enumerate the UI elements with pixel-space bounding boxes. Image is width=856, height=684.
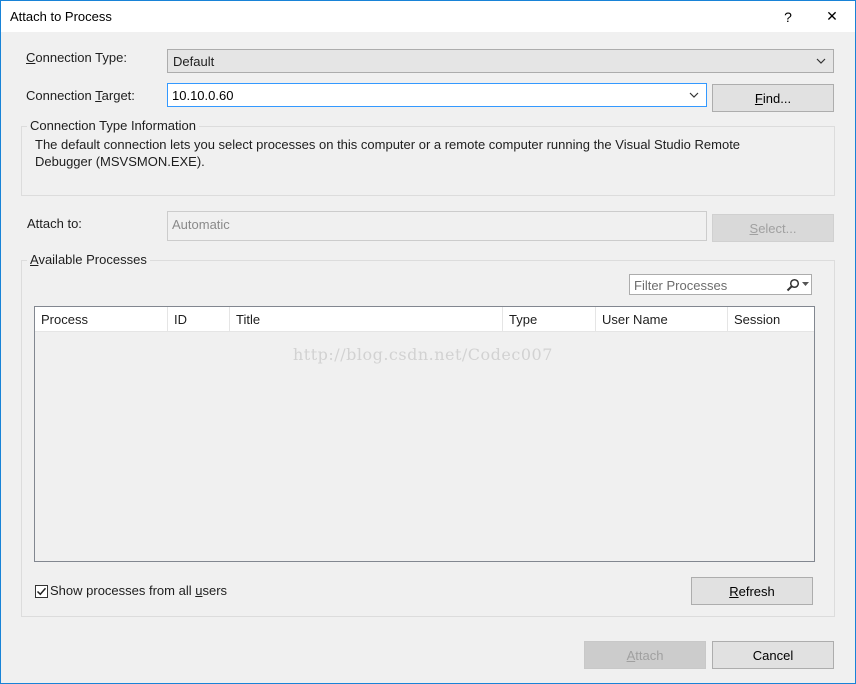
find-button[interactable]: Find... bbox=[712, 84, 834, 112]
connection-target-input[interactable] bbox=[172, 87, 672, 103]
column-header-process[interactable]: Process bbox=[35, 307, 168, 332]
process-list-header: Process ID Title Type User Name Session bbox=[35, 307, 814, 332]
close-icon: ✕ bbox=[826, 8, 838, 24]
connection-target-combobox[interactable] bbox=[167, 83, 707, 107]
connection-info-description-line1: The default connection lets you select p… bbox=[35, 137, 741, 152]
refresh-button[interactable]: Refresh bbox=[691, 577, 813, 605]
show-all-users-label[interactable]: Show processes from all users bbox=[50, 583, 227, 598]
available-processes-title: Available Processes bbox=[27, 252, 150, 267]
show-all-users-checkbox[interactable] bbox=[35, 585, 48, 598]
search-icon[interactable] bbox=[786, 278, 800, 292]
column-header-title[interactable]: Title bbox=[230, 307, 503, 332]
connection-target-label: Connection Target: bbox=[26, 88, 135, 103]
help-icon: ? bbox=[784, 8, 792, 25]
process-list[interactable]: Process ID Title Type User Name Session … bbox=[34, 306, 815, 562]
attach-to-label: Attach to: bbox=[27, 216, 82, 231]
connection-info-title: Connection Type Information bbox=[27, 118, 199, 133]
attach-to-field: Automatic bbox=[167, 211, 707, 241]
connection-type-label: Connection Type: bbox=[26, 50, 127, 65]
select-button[interactable]: Select... bbox=[712, 214, 834, 242]
cancel-button[interactable]: Cancel bbox=[712, 641, 834, 669]
connection-type-value: Default bbox=[173, 54, 215, 69]
filter-processes-input[interactable]: Filter Processes bbox=[629, 274, 812, 295]
attach-to-process-dialog: Attach to Process ? ✕ Connection Type: D… bbox=[0, 0, 856, 684]
checkmark-icon bbox=[36, 587, 47, 596]
column-header-session[interactable]: Session bbox=[728, 307, 814, 332]
help-button[interactable]: ? bbox=[766, 1, 810, 32]
chevron-down-icon[interactable] bbox=[688, 89, 700, 101]
column-header-id[interactable]: ID bbox=[168, 307, 230, 332]
caret-down-icon[interactable] bbox=[802, 282, 809, 287]
column-header-user-name[interactable]: User Name bbox=[596, 307, 728, 332]
close-button[interactable]: ✕ bbox=[810, 1, 854, 32]
title-bar: Attach to Process ? ✕ bbox=[1, 1, 855, 32]
column-header-type[interactable]: Type bbox=[503, 307, 596, 332]
connection-info-description-line2: Debugger (MSVSMON.EXE). bbox=[35, 154, 205, 169]
window-title: Attach to Process bbox=[10, 9, 112, 24]
connection-type-dropdown[interactable]: Default bbox=[167, 49, 834, 73]
chevron-down-icon bbox=[816, 58, 826, 64]
watermark-text: http://blog.csdn.net/Codec007 bbox=[293, 345, 553, 364]
filter-placeholder: Filter Processes bbox=[634, 278, 728, 293]
attach-to-value: Automatic bbox=[172, 217, 230, 232]
attach-button[interactable]: Attach bbox=[584, 641, 706, 669]
